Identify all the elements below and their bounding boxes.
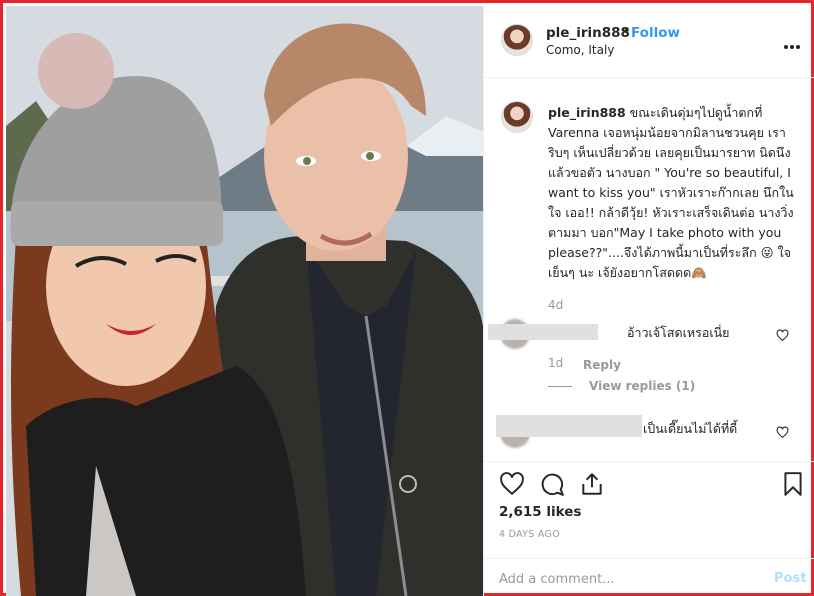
author-avatar[interactable] [501,24,533,56]
comment-like-heart-icon[interactable] [776,329,789,342]
commenter-username-redacted [496,415,642,437]
share-upload-icon[interactable] [579,471,605,497]
post-photo[interactable] [6,6,483,596]
comment-bubble-icon[interactable] [539,471,565,497]
add-comment-input[interactable] [499,568,749,590]
likes-count[interactable]: 2,615 likes [499,504,581,520]
author-username[interactable]: ple_irin888 [546,25,630,41]
more-options-icon[interactable] [784,34,804,49]
caption-author-avatar[interactable] [501,101,533,133]
comment-like-heart-icon[interactable] [776,426,789,439]
caption-text: ขณะเดินดุ่มๆไปดูน้ำตกที่ Varenna เจอหนุ่… [548,105,794,280]
post-age[interactable]: 4 DAYS AGO [499,529,560,540]
comment-text: เป็นเดี๊ยนไม่ได้ที่ดี้ [643,421,738,436]
reply-button[interactable]: Reply [583,358,621,372]
view-replies-button[interactable]: View replies (1) [589,379,695,393]
separator-dot: • [622,24,631,40]
save-bookmark-icon[interactable] [780,471,806,497]
comment-text: อ้าวเจ้โสดเหรอเนี่ย [627,325,730,340]
commenter-username-redacted [488,324,598,340]
add-comment-bar: Post [484,558,814,596]
caption-timestamp[interactable]: 4d [548,298,563,312]
post-actions: 2,615 likes 4 DAYS AGO [484,461,814,551]
follow-button[interactable]: Follow [631,25,680,41]
comment-timestamp[interactable]: 1d [548,356,563,370]
post-header: ple_irin888 • Follow Como, Italy [484,6,814,78]
like-heart-icon[interactable] [499,471,525,497]
photo-illustration [6,6,483,596]
caption-username[interactable]: ple_irin888 [548,105,626,120]
window-frame: ple_irin888 • Follow Como, Italy ple_iri… [0,0,814,596]
post-comment-button[interactable]: Post [774,571,806,586]
post-details-panel: ple_irin888 • Follow Como, Italy ple_iri… [483,6,814,596]
replies-divider [548,386,572,387]
post-location[interactable]: Como, Italy [546,43,614,57]
post-caption: ple_irin888 ขณะเดินดุ่มๆไปดูน้ำตกที่ Var… [548,103,806,283]
comments-section: ple_irin888 ขณะเดินดุ่มๆไปดูน้ำตกที่ Var… [484,79,814,461]
